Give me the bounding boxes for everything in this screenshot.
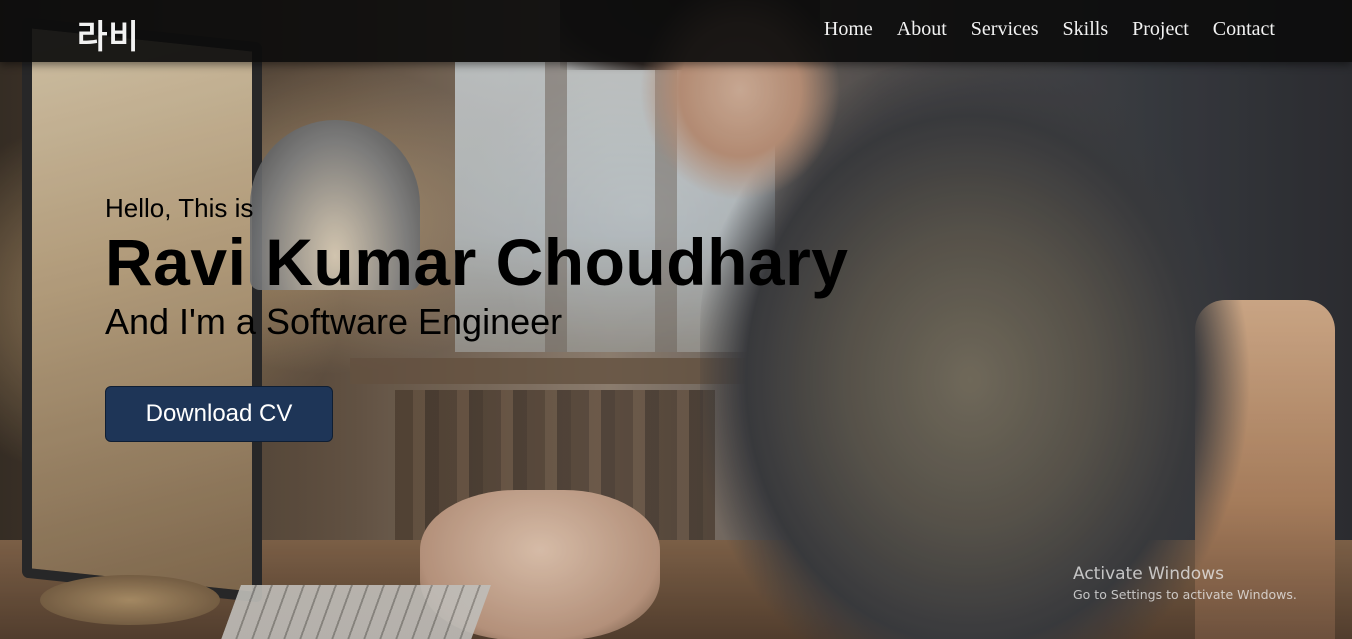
nav-link-about[interactable]: About (897, 18, 947, 41)
watermark-subtitle: Go to Settings to activate Windows. (1073, 587, 1297, 602)
navbar: 라비 Home About Services Skills Project Co… (0, 0, 1352, 62)
hero-name: Ravi Kumar Choudhary (105, 225, 849, 299)
nav-links: Home About Services Skills Project Conta… (824, 18, 1275, 41)
watermark-title: Activate Windows (1073, 564, 1224, 584)
windows-activation-watermark: Activate Windows Go to Settings to activ… (1073, 563, 1297, 605)
nav-link-contact[interactable]: Contact (1213, 18, 1275, 41)
hero-text: Hello, This is Ravi Kumar Choudhary And … (105, 193, 848, 343)
nav-link-skills[interactable]: Skills (1063, 18, 1109, 41)
nav-link-home[interactable]: Home (824, 18, 873, 41)
download-cv-button[interactable]: Download CV (105, 386, 333, 442)
nav-link-project[interactable]: Project (1132, 18, 1189, 41)
site-logo[interactable]: 라비 (77, 10, 140, 58)
hero-tagline: And I'm a Software Engineer (105, 301, 563, 342)
hero-greeting: Hello, This is (105, 193, 254, 223)
nav-link-services[interactable]: Services (971, 18, 1039, 41)
